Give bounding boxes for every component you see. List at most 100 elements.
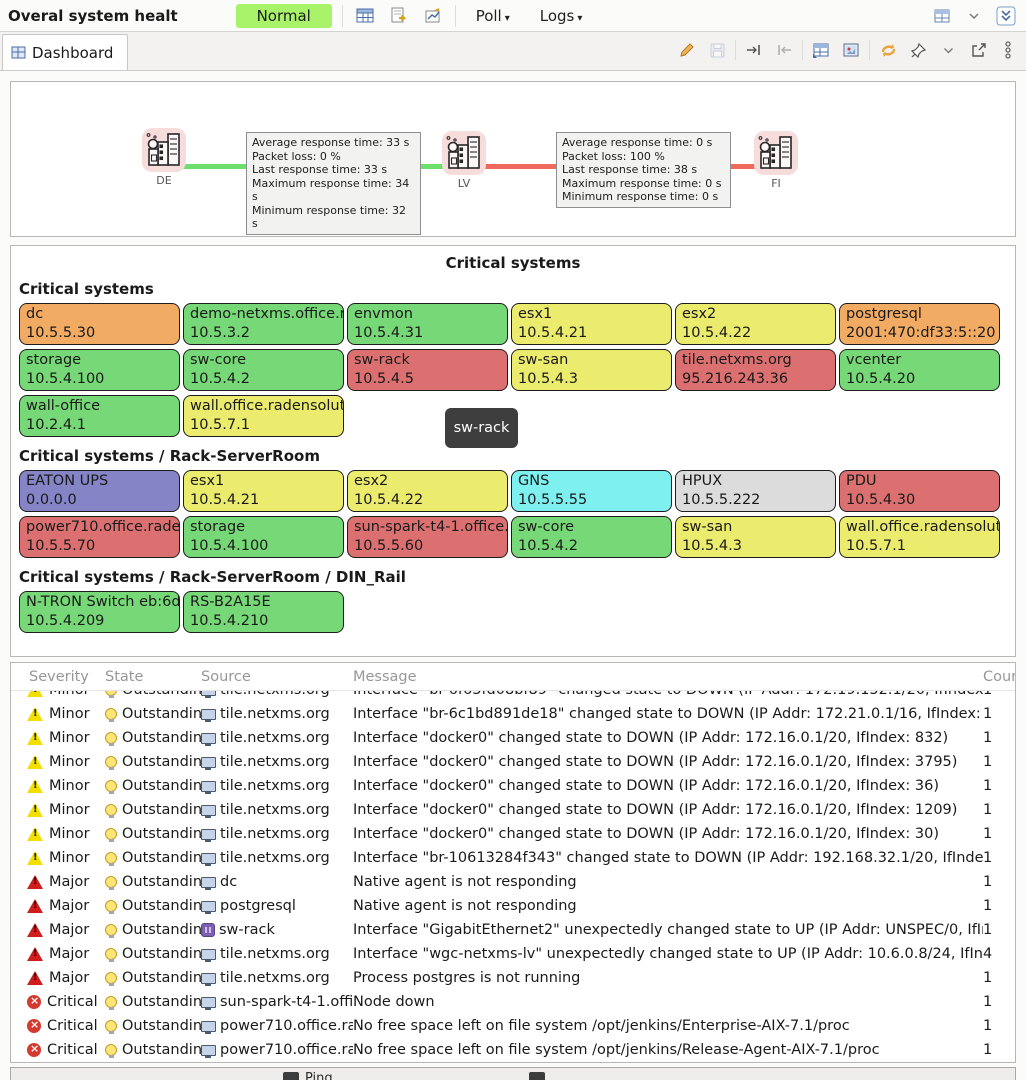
export-chart-icon[interactable] <box>421 4 445 28</box>
node-ip: 10.5.4.100 <box>190 537 337 556</box>
status-node-box[interactable]: N-TRON Switch eb:6d:8 10.5.4.209 <box>19 591 180 633</box>
alarm-row[interactable]: Minor Outstanding tile.netxms.org Interf… <box>11 798 1015 822</box>
alarm-row[interactable]: Critical Outstanding power710.office.ra … <box>11 1038 1015 1062</box>
node-ip: 10.5.4.3 <box>682 537 829 556</box>
status-node-box[interactable]: RS-B2A15E 10.5.4.210 <box>183 591 344 633</box>
status-node-box[interactable]: sw-rack 10.5.4.5 <box>347 349 508 391</box>
outstanding-bulb-icon <box>105 691 117 696</box>
state-label: Outstanding <box>122 850 201 866</box>
alarm-message: Process postgres is not running <box>353 970 983 986</box>
pin-icon[interactable] <box>906 38 930 62</box>
table-view-icon[interactable] <box>353 4 377 28</box>
logs-menu-button[interactable]: Logs▾ <box>530 5 593 27</box>
alarm-row[interactable]: Major Outstanding tile.netxms.org Interf… <box>11 942 1015 966</box>
status-node-box[interactable]: demo-netxms.office.ra 10.5.3.2 <box>183 303 344 345</box>
map-node-lv[interactable]: LV <box>439 130 489 190</box>
city-icon <box>753 130 799 176</box>
alarm-row[interactable]: Minor Outstanding tile.netxms.org Interf… <box>11 774 1015 798</box>
status-node-box[interactable]: sw-core 10.5.4.2 <box>183 349 344 391</box>
severity-icon <box>27 1043 41 1057</box>
external-link-icon[interactable] <box>966 38 990 62</box>
status-node-box[interactable]: storage 10.5.4.100 <box>183 516 344 558</box>
alarm-row[interactable]: Minor Outstanding tile.netxms.org Interf… <box>11 691 1015 702</box>
status-section: Critical systems / Rack-ServerRoom EATON… <box>19 447 1007 562</box>
dock-right-icon[interactable] <box>742 38 766 62</box>
edit-pencil-icon[interactable] <box>675 38 699 62</box>
save-icon[interactable] <box>705 38 729 62</box>
status-node-box[interactable]: esx1 10.5.4.21 <box>511 303 672 345</box>
severity-label: Minor <box>49 850 90 866</box>
node-ip: 10.5.4.20 <box>846 370 993 389</box>
alarm-row[interactable]: Major Outstanding sw-rack Interface "Gig… <box>11 918 1015 942</box>
alarm-row[interactable]: Minor Outstanding tile.netxms.org Interf… <box>11 822 1015 846</box>
alarm-row[interactable]: Minor Outstanding tile.netxms.org Interf… <box>11 846 1015 870</box>
alarm-row[interactable]: Minor Outstanding tile.netxms.org Interf… <box>11 726 1015 750</box>
column-header-count[interactable]: Count <box>983 669 1015 685</box>
view-selector-icon[interactable] <box>930 4 954 28</box>
status-node-box[interactable]: sw-core 10.5.4.2 <box>511 516 672 558</box>
status-node-box[interactable]: sw-san 10.5.4.3 <box>675 516 836 558</box>
dock-left-icon[interactable] <box>772 38 796 62</box>
poll-menu-button[interactable]: Poll▾ <box>466 5 520 27</box>
status-node-box[interactable]: wall-office 10.2.4.1 <box>19 395 180 437</box>
alarm-row[interactable]: Critical Outstanding power710.office.ra … <box>11 1014 1015 1038</box>
status-node-box[interactable]: envmon 10.5.4.31 <box>347 303 508 345</box>
alarm-count: 1 <box>983 850 1015 866</box>
map-node-de[interactable]: DE <box>139 127 189 187</box>
alarm-row[interactable]: Major Outstanding tile.netxms.org Proces… <box>11 966 1015 990</box>
status-node-box[interactable]: esx2 10.5.4.22 <box>675 303 836 345</box>
status-node-box[interactable]: sun-spark-t4-1.office.ra 10.5.5.60 <box>347 516 508 558</box>
status-node-box[interactable]: postgresql 2001:470:df33:5::20 <box>839 303 1000 345</box>
column-header-severity[interactable]: Severity^ <box>11 669 105 685</box>
hover-tooltip: sw-rack <box>445 408 518 448</box>
map-node-fi[interactable]: FI <box>751 130 801 190</box>
node-name: tile.netxms.org <box>682 351 829 370</box>
kebab-menu-icon[interactable] <box>996 38 1020 62</box>
status-node-box[interactable]: wall.office.radensoluti 10.5.7.1 <box>839 516 1000 558</box>
tab-dashboard[interactable]: Dashboard <box>2 34 128 70</box>
alarm-row[interactable]: Major Outstanding dc Native agent is not… <box>11 870 1015 894</box>
column-header-source[interactable]: Source <box>201 669 353 685</box>
alarm-row[interactable]: Critical Outstanding sun-spark-t4-1.offi… <box>11 990 1015 1014</box>
status-node-box[interactable]: power710.office.rader 10.5.5.70 <box>19 516 180 558</box>
alarm-count: 1 <box>983 1042 1015 1058</box>
chevron-down-icon[interactable] <box>962 4 986 28</box>
export-image-icon[interactable] <box>839 38 863 62</box>
collapse-header-icon[interactable] <box>994 4 1018 28</box>
status-node-box[interactable]: esx2 10.5.4.22 <box>347 470 508 512</box>
chevron-down-icon[interactable] <box>936 38 960 62</box>
status-node-box[interactable]: EATON UPS 0.0.0.0 <box>19 470 180 512</box>
link-tooltip-lv-fi: Average response time: 0 sPacket loss: 1… <box>556 132 731 208</box>
outstanding-bulb-icon <box>105 876 117 888</box>
properties-table-icon[interactable] <box>809 38 833 62</box>
dci-icon <box>529 1072 545 1080</box>
status-node-box[interactable]: wall.office.radensoluti 10.5.7.1 <box>183 395 344 437</box>
status-node-box[interactable]: GNS 10.5.5.55 <box>511 470 672 512</box>
status-node-box[interactable]: storage 10.5.4.100 <box>19 349 180 391</box>
source-label: postgresql <box>220 898 296 914</box>
alarm-row[interactable]: Minor Outstanding tile.netxms.org Interf… <box>11 702 1015 726</box>
source-node-icon <box>201 829 216 840</box>
status-node-box[interactable]: PDU 10.5.4.30 <box>839 470 1000 512</box>
status-node-box[interactable]: esx1 10.5.4.21 <box>183 470 344 512</box>
node-name: esx1 <box>190 472 337 491</box>
status-node-box[interactable]: vcenter 10.5.4.20 <box>839 349 1000 391</box>
status-node-box[interactable]: sw-san 10.5.4.3 <box>511 349 672 391</box>
alarm-row[interactable]: Minor Outstanding tile.netxms.org Interf… <box>11 750 1015 774</box>
alarm-row[interactable]: Major Outstanding postgresql Native agen… <box>11 894 1015 918</box>
status-box-grid: N-TRON Switch eb:6d:8 10.5.4.209 RS-B2A1… <box>19 591 1007 637</box>
severity-label: Major <box>49 898 89 914</box>
column-header-message[interactable]: Message <box>353 669 983 685</box>
node-name: sun-spark-t4-1.office.ra <box>354 518 501 537</box>
column-header-state[interactable]: State <box>105 669 201 685</box>
alarm-message: Interface "docker0" changed state to DOW… <box>353 778 983 794</box>
execute-script-icon[interactable] <box>387 4 411 28</box>
status-node-box[interactable]: dc 10.5.5.30 <box>19 303 180 345</box>
status-node-box[interactable]: tile.netxms.org 95.216.243.36 <box>675 349 836 391</box>
node-ip: 10.5.3.2 <box>190 324 337 343</box>
node-name: N-TRON Switch eb:6d:8 <box>26 593 173 612</box>
outstanding-bulb-icon <box>105 852 117 864</box>
status-node-box[interactable]: HPUX 10.5.5.222 <box>675 470 836 512</box>
outstanding-bulb-icon <box>105 948 117 960</box>
refresh-icon[interactable] <box>876 38 900 62</box>
